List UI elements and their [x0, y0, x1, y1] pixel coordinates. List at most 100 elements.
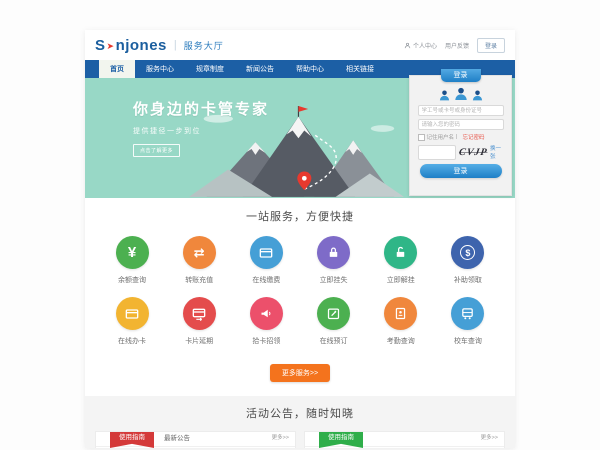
more-link[interactable]: 更多>>: [481, 432, 498, 445]
service-subsidy[interactable]: $ 补助领取: [437, 236, 499, 285]
login-panel: 登录 记住用户名 | 忘记密码 CVJP 换一张 登录: [409, 75, 512, 196]
coin-icon: $: [460, 245, 475, 260]
services-row-1: ¥ 余额查询 ⇄ 转账充值 在线缴费 立即挂失: [85, 236, 515, 285]
site-container: S➤njones | 服务大厅 个人中心 用户反馈 登录 首页 服务中心 规章制…: [85, 30, 515, 448]
panel-head: 使用指南 更多>>: [305, 432, 504, 447]
captcha-input[interactable]: [418, 145, 456, 160]
hero-subtitle: 提供捷径一步到位: [133, 126, 269, 136]
remember-checkbox[interactable]: [418, 134, 425, 141]
logo[interactable]: S➤njones: [95, 37, 167, 54]
username-input[interactable]: [418, 105, 504, 116]
unlock-icon: [393, 245, 408, 260]
service-online-booking[interactable]: 在线预订: [303, 297, 365, 346]
header-login-button[interactable]: 登录: [477, 38, 505, 53]
lock-icon: [326, 245, 341, 260]
service-attendance[interactable]: 考勤查询: [370, 297, 432, 346]
service-circle: [317, 236, 350, 269]
service-circle: [317, 297, 350, 330]
page: S➤njones | 服务大厅 个人中心 用户反馈 登录 首页 服务中心 规章制…: [0, 0, 600, 450]
more-link[interactable]: 更多>>: [272, 432, 289, 445]
nav-item-help[interactable]: 帮助中心: [285, 60, 335, 78]
service-label: 在线预订: [303, 336, 365, 346]
person-left-icon: [438, 89, 451, 102]
logo-text: njones: [116, 37, 167, 54]
site-title: 服务大厅: [184, 39, 224, 52]
password-input[interactable]: [418, 119, 504, 130]
service-card-renewal[interactable]: 卡片延期: [168, 297, 230, 346]
service-label: 在线办卡: [101, 336, 163, 346]
service-circle: [451, 297, 484, 330]
remember-row: 记住用户名 | 忘记密码: [418, 133, 504, 141]
person-icon: [404, 42, 411, 49]
person-right-icon: [471, 89, 484, 102]
latest-news-tab[interactable]: 最新公告: [164, 432, 190, 445]
nav-item-news[interactable]: 新闻公告: [235, 60, 285, 78]
captcha-image[interactable]: CVJP: [458, 147, 488, 158]
service-circle: ¥: [116, 236, 149, 269]
announcements-section: 活动公告，随时知晓 使用指南 最新公告 更多>> 使用指南 更多>>: [85, 396, 515, 448]
nav-item-rules[interactable]: 规章制度: [185, 60, 235, 78]
service-school-bus[interactable]: 校车查询: [437, 297, 499, 346]
service-online-payment[interactable]: 在线缴费: [235, 236, 297, 285]
service-circle: [116, 297, 149, 330]
person-center-icon: [453, 86, 469, 102]
service-label: 拾卡招领: [235, 336, 297, 346]
service-label: 立即解挂: [370, 275, 432, 285]
service-circle: [250, 297, 283, 330]
hero-copy: 你身边的卡管专家 提供捷径一步到位 点击了解更多: [133, 98, 269, 157]
coin-glyph: $: [465, 248, 470, 258]
login-tab[interactable]: 登录: [441, 69, 481, 82]
captcha-row: CVJP 换一张: [418, 144, 504, 160]
service-label: 立即挂失: [303, 275, 365, 285]
service-circle: ⇄: [183, 236, 216, 269]
service-circle: [384, 236, 417, 269]
megaphone-icon: [259, 306, 274, 321]
service-found-card[interactable]: 拾卡招领: [235, 297, 297, 346]
card-icon: [258, 245, 274, 261]
card-renew-icon: [191, 306, 207, 322]
personal-center-label: 个人中心: [413, 41, 437, 50]
service-label: 卡片延期: [168, 336, 230, 346]
edit-icon: [326, 306, 341, 321]
user-feedback-link[interactable]: 用户反馈: [445, 41, 469, 50]
nav-item-home[interactable]: 首页: [99, 60, 135, 78]
card-icon: [124, 306, 140, 322]
service-circle: $: [451, 236, 484, 269]
login-submit-button[interactable]: 登录: [420, 164, 502, 178]
guide-panel-right: 使用指南 更多>>: [304, 431, 505, 448]
remember-divider: |: [456, 134, 457, 140]
logo-arrow-icon: ➤: [107, 41, 115, 52]
bus-icon: [460, 306, 475, 321]
service-transfer[interactable]: ⇄ 转账充值: [168, 236, 230, 285]
usage-guide-ribbon-tab[interactable]: 使用指南: [319, 432, 363, 448]
nav-item-service-center[interactable]: 服务中心: [135, 60, 185, 78]
remember-label: 记住用户名: [427, 133, 455, 141]
user-feedback-label: 用户反馈: [445, 41, 469, 50]
nav-item-links[interactable]: 相关链接: [335, 60, 385, 78]
top-header: S➤njones | 服务大厅 个人中心 用户反馈 登录: [85, 30, 515, 60]
guide-panel-left: 使用指南 最新公告 更多>>: [95, 431, 296, 448]
usage-guide-ribbon-tab[interactable]: 使用指南: [110, 432, 154, 448]
service-label: 校车查询: [437, 336, 499, 346]
captcha-refresh-link[interactable]: 换一张: [490, 144, 504, 160]
logo-letter: S: [95, 37, 106, 54]
more-services-button[interactable]: 更多服务>>: [270, 364, 330, 382]
forgot-password-link[interactable]: 忘记密码: [462, 133, 484, 141]
yen-icon: ¥: [128, 245, 136, 260]
service-cancel-loss[interactable]: 立即解挂: [370, 236, 432, 285]
panel-head: 使用指南 最新公告 更多>>: [96, 432, 295, 447]
users-icon: [410, 84, 511, 102]
logo-divider: |: [174, 39, 177, 51]
service-apply-card[interactable]: 在线办卡: [101, 297, 163, 346]
service-report-loss[interactable]: 立即挂失: [303, 236, 365, 285]
hero-cta-button[interactable]: 点击了解更多: [133, 144, 180, 157]
service-circle: [183, 297, 216, 330]
service-circle: [250, 236, 283, 269]
services-title: 一站服务，方便快捷: [85, 208, 515, 224]
announcement-panels: 使用指南 最新公告 更多>> 使用指南 更多>>: [95, 431, 505, 448]
service-balance[interactable]: ¥ 余额查询: [101, 236, 163, 285]
personal-center-link[interactable]: 个人中心: [404, 41, 437, 50]
service-label: 余额查询: [101, 275, 163, 285]
services-section: 一站服务，方便快捷 ¥ 余额查询 ⇄ 转账充值 在线缴费: [85, 198, 515, 396]
service-label: 考勤查询: [370, 336, 432, 346]
